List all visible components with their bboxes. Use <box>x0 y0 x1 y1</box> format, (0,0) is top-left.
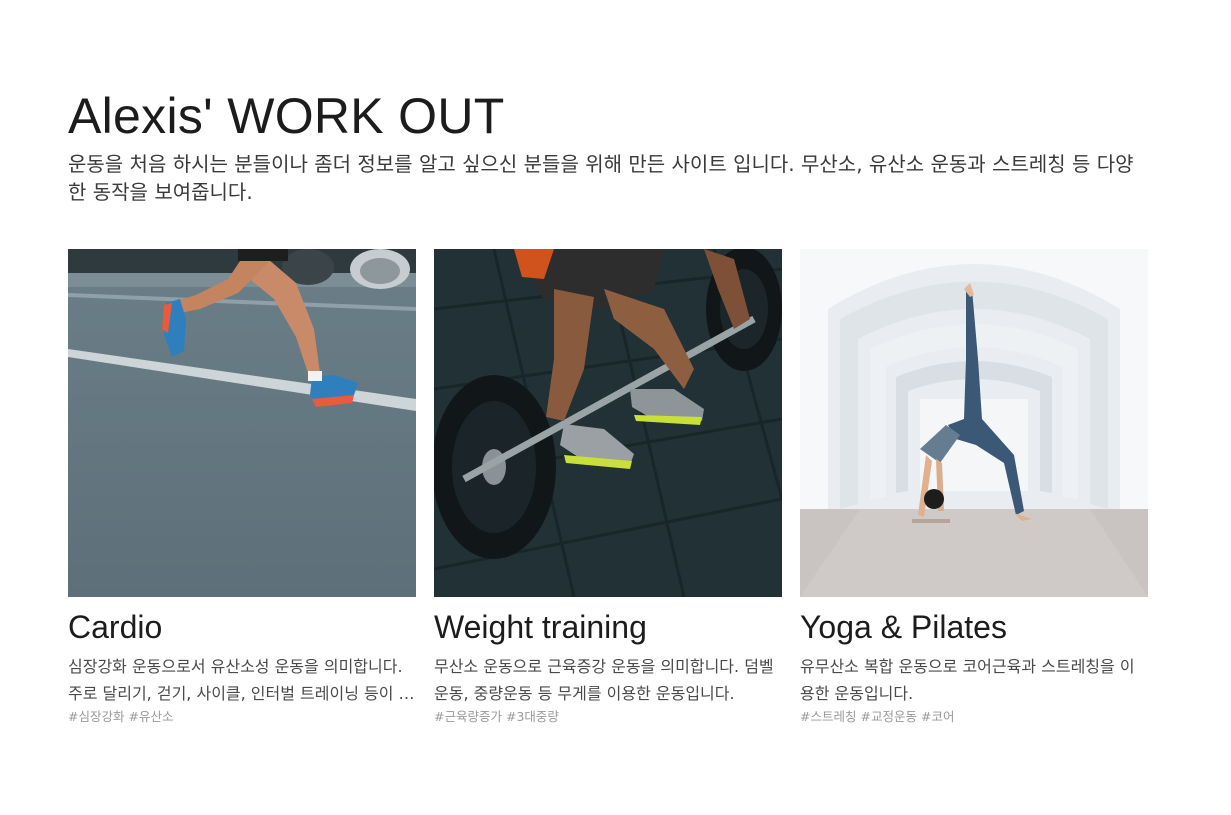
page-description: 운동을 처음 하시는 분들이나 좀더 정보를 알고 싶으신 분들을 위해 만든 … <box>68 152 1134 204</box>
workout-card-list: Cardio 심장강화 운동으로서 유산소성 운동을 의미합니다. 주로 달리기… <box>68 249 1148 725</box>
page-title: Alexis' WORK OUT <box>68 88 505 144</box>
tag[interactable]: #유산소 <box>128 709 173 724</box>
card-description: 심장강화 운동으로서 유산소성 운동을 의미합니다. 주로 달리기, 걷기, 사… <box>68 657 414 703</box>
card-image-yoga[interactable] <box>800 249 1148 597</box>
card-yoga-pilates[interactable]: Yoga & Pilates 유무산소 복합 운동으로 코어근육과 스트레칭을 … <box>800 249 1148 725</box>
card-weight-training[interactable]: Weight training 무산소 운동으로 근육증강 운동을 의미합니다.… <box>434 249 782 725</box>
tag[interactable]: #3대중량 <box>506 709 559 724</box>
tag[interactable]: #교정운동 <box>860 709 916 724</box>
tag[interactable]: #근육량증가 <box>434 709 502 724</box>
card-description: 무산소 운동으로 근육증강 운동을 의미합니다. 덤벨운동, 중량운동 등 무게… <box>434 657 774 703</box>
card-title: Cardio <box>68 609 163 645</box>
card-tags: #심장강화 #유산소 <box>68 709 416 725</box>
card-image-running[interactable] <box>68 249 416 597</box>
card-tags: #근육량증가 #3대중량 <box>434 709 782 725</box>
tag[interactable]: #심장강화 <box>68 709 124 724</box>
card-cardio[interactable]: Cardio 심장강화 운동으로서 유산소성 운동을 의미합니다. 주로 달리기… <box>68 249 416 725</box>
card-tags: #스트레칭 #교정운동 #코어 <box>800 709 1148 725</box>
tag[interactable]: #코어 <box>921 709 954 724</box>
tag[interactable]: #스트레칭 <box>800 709 856 724</box>
page-container: Alexis' WORK OUT 운동을 처음 하시는 분들이나 좀더 정보를 … <box>68 84 1148 724</box>
card-image-barbell[interactable] <box>434 249 782 597</box>
card-title: Weight training <box>434 609 647 645</box>
card-title: Yoga & Pilates <box>800 609 1007 645</box>
card-description: 유무산소 복합 운동으로 코어근육과 스트레칭을 이용한 운동입니다. <box>800 657 1135 703</box>
